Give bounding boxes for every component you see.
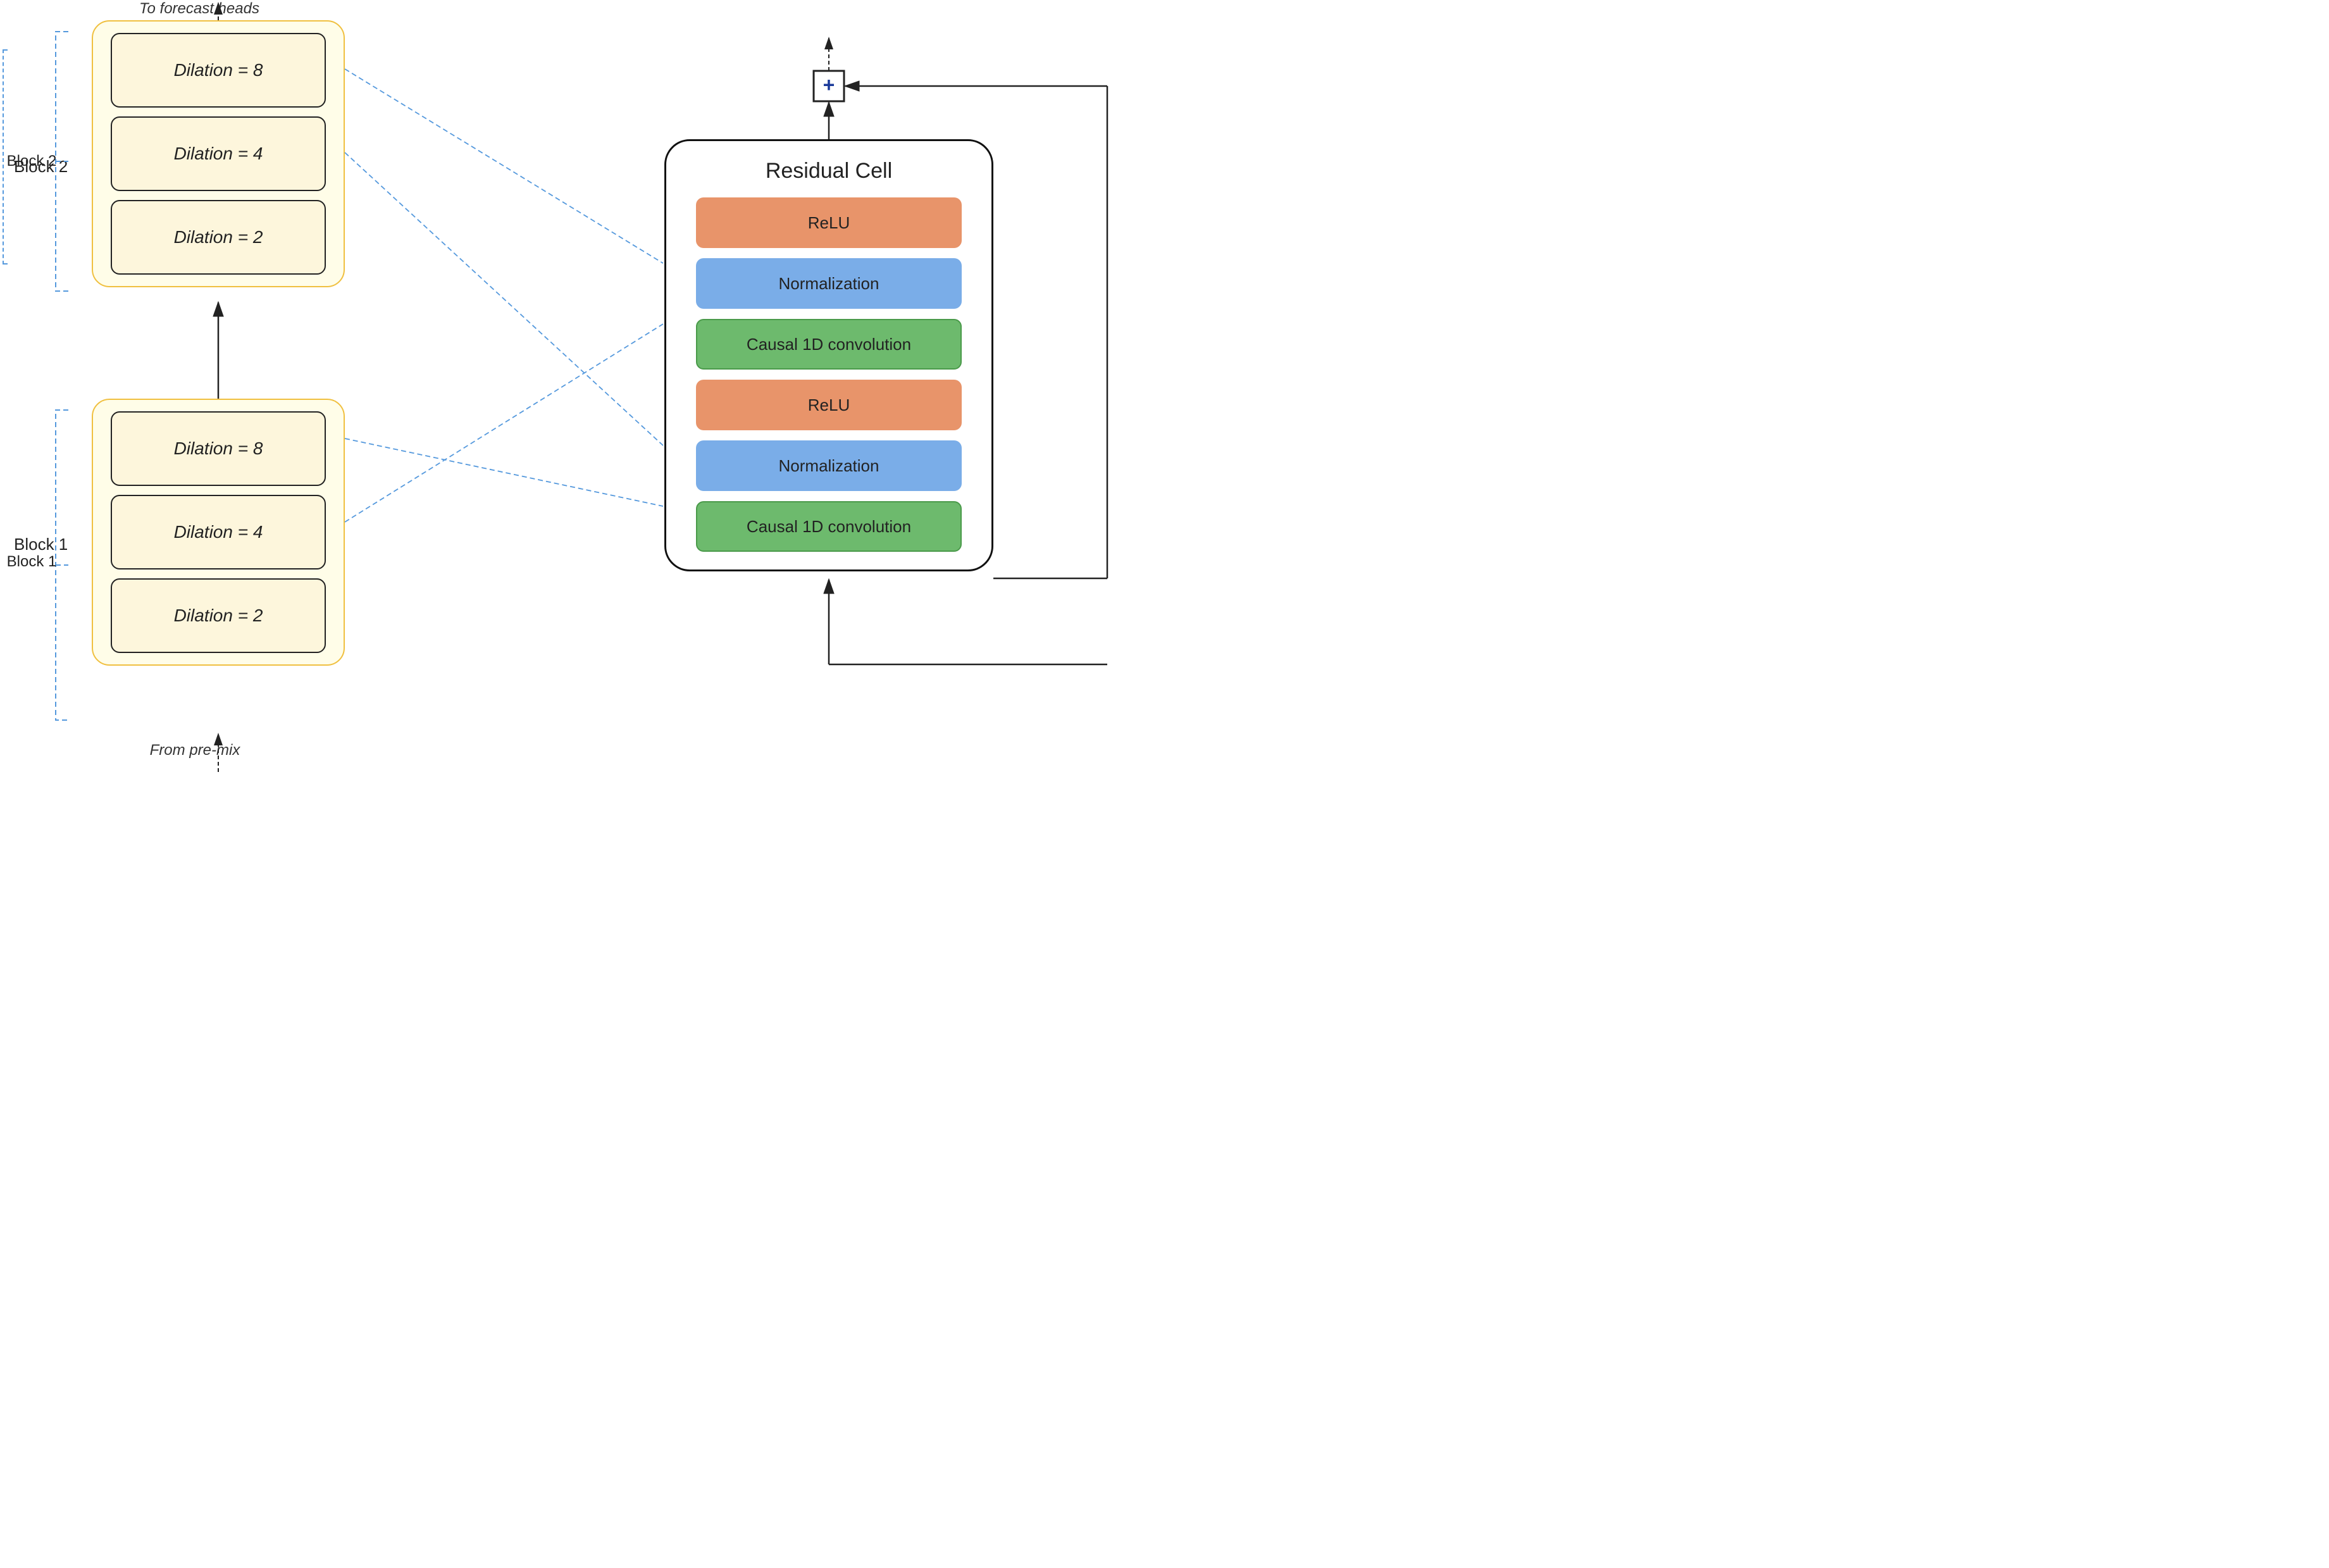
residual-conv1: Causal 1D convolution	[696, 319, 962, 370]
block1-container: Dilation = 8 Dilation = 4 Dilation = 2	[92, 399, 345, 666]
block1-label: Block 1	[14, 535, 68, 554]
block2-container: Dilation = 8 Dilation = 4 Dilation = 2	[92, 20, 345, 287]
residual-conv2: Causal 1D convolution	[696, 501, 962, 552]
block1-dilation8: Dilation = 8	[111, 411, 326, 486]
residual-cell: Residual Cell ReLU Normalization Causal …	[664, 139, 993, 571]
svg-text:+: +	[823, 73, 835, 96]
block2-bracket	[3, 49, 8, 264]
residual-norm2: Normalization	[696, 440, 962, 491]
residual-relu2: ReLU	[696, 380, 962, 430]
residual-cell-title: Residual Cell	[766, 159, 892, 184]
block2-dilation8: Dilation = 8	[111, 33, 326, 108]
svg-text:Block 1: Block 1	[7, 553, 57, 570]
block1-dilation2: Dilation = 2	[111, 578, 326, 653]
block2-dilation2: Dilation = 2	[111, 200, 326, 275]
residual-norm1: Normalization	[696, 258, 962, 309]
block2-dilation4: Dilation = 4	[111, 116, 326, 191]
residual-relu1: ReLU	[696, 197, 962, 248]
block1-dilation4: Dilation = 4	[111, 495, 326, 569]
from-pre-mix-label: From pre-mix	[119, 742, 271, 759]
block2-label: Block 2	[14, 157, 68, 177]
to-forecast-heads-label: To forecast heads	[130, 0, 269, 18]
diagram-container: Dilation = 8 Dilation = 4 Dilation = 2 B…	[0, 0, 1164, 784]
